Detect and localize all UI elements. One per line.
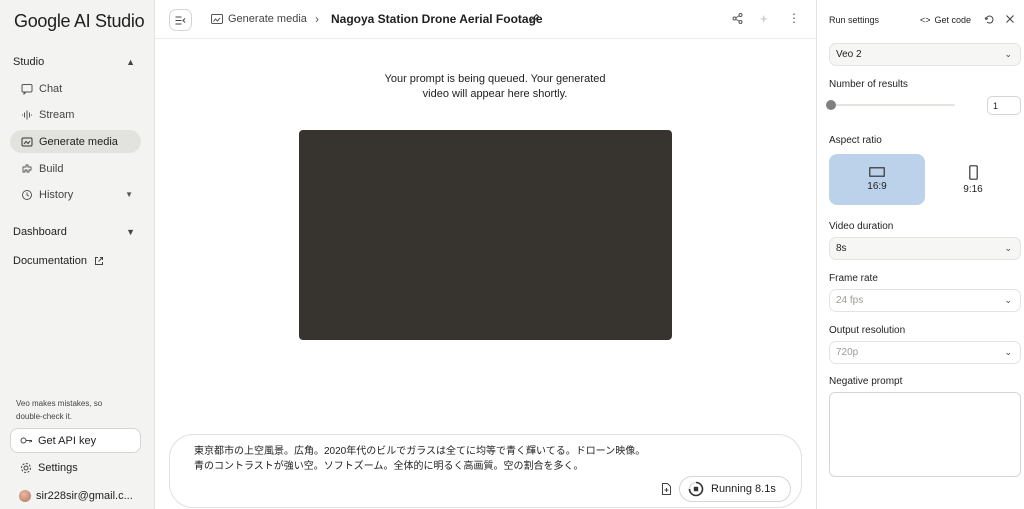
chevron-right-icon: ›	[315, 12, 319, 26]
breadcrumb[interactable]: Generate media	[211, 13, 307, 25]
aspect-ratio-label: Aspect ratio	[829, 135, 882, 146]
sidebar-item-label: Generate media	[39, 135, 118, 148]
external-link-icon	[94, 256, 104, 266]
gear-icon	[20, 462, 32, 474]
main-area: Generate media › Nagoya Station Drone Ae…	[155, 0, 816, 509]
prompt-line: 青のコントラストが強い空。ソフトズーム。全体的に明るく高画質。空の割合を多く。	[194, 461, 584, 472]
reset-icon[interactable]	[984, 14, 995, 25]
dashboard-section-header[interactable]: Dashboard ▼	[13, 226, 135, 238]
frame-rate-label: Frame rate	[829, 273, 878, 284]
panel-title: Run settings	[829, 15, 880, 25]
sidebar-item-stream[interactable]: Stream	[10, 103, 141, 126]
left-sidebar: Google AI Studio Studio ▲ Chat Stream Ge…	[0, 0, 155, 509]
frame-rate-select[interactable]: 24 fps ⌄	[829, 289, 1021, 312]
chevron-down-icon: ⌄	[1004, 295, 1012, 305]
run-button[interactable]: Running 8.1s	[679, 476, 791, 502]
negative-prompt-label: Negative prompt	[829, 376, 903, 387]
sidebar-item-label: History	[39, 188, 74, 201]
sidebar-item-build[interactable]: Build	[10, 157, 141, 180]
prompt-line: 東京都市の上空風景。広角。2020年代のビルでガラスは全てに均等で青く輝いてる。…	[194, 446, 646, 457]
chevron-down-icon: ⌄	[1004, 49, 1012, 59]
sidebar-item-label: Chat	[39, 82, 63, 95]
run-settings-panel: Run settings <> Get code Veo 2 ⌄ Number …	[816, 0, 1024, 509]
negative-prompt-input[interactable]	[829, 392, 1021, 477]
output-resolution-select[interactable]: 720p ⌄	[829, 341, 1021, 364]
landscape-icon	[869, 167, 885, 177]
app-logo[interactable]: Google AI Studio	[14, 11, 145, 32]
num-results-label: Number of results	[829, 79, 908, 90]
collapse-sidebar-button[interactable]	[169, 9, 192, 31]
slider-thumb[interactable]	[826, 100, 836, 110]
page-title: Nagoya Station Drone Aerial Footage	[331, 12, 543, 26]
chevron-down-icon: ⌄	[1004, 347, 1012, 357]
avatar	[19, 490, 31, 502]
get-code-button[interactable]: <> Get code	[920, 15, 971, 25]
key-icon	[20, 436, 33, 445]
account-menu[interactable]: sir228sir@gmail.c...	[19, 490, 133, 502]
studio-label: Studio	[13, 56, 45, 68]
run-label: Running 8.1s	[711, 483, 776, 495]
get-api-key-button[interactable]: Get API key	[10, 428, 141, 453]
documentation-label: Documentation	[13, 255, 87, 267]
share-icon[interactable]	[732, 13, 743, 24]
studio-section-header[interactable]: Studio ▲	[13, 56, 135, 68]
settings-link[interactable]: Settings	[20, 462, 78, 474]
close-icon[interactable]	[1005, 14, 1015, 24]
breadcrumb-label: Generate media	[228, 13, 307, 25]
add-file-icon[interactable]	[661, 483, 672, 495]
generate-media-icon	[20, 136, 34, 148]
aspect-9-16-option[interactable]: 9:16	[925, 154, 1021, 205]
api-key-label: Get API key	[38, 434, 97, 447]
video-duration-select[interactable]: 8s ⌄	[829, 237, 1021, 260]
get-code-label: Get code	[934, 15, 972, 25]
stream-icon	[20, 109, 34, 121]
chat-icon	[20, 83, 34, 95]
settings-label: Settings	[38, 462, 78, 474]
chevron-up-icon: ▲	[126, 57, 135, 67]
model-select[interactable]: Veo 2 ⌄	[829, 43, 1021, 66]
build-icon	[20, 163, 34, 175]
sidebar-item-label: Build	[39, 162, 64, 175]
frame-rate-value: 24 fps	[836, 295, 864, 306]
chevron-down-icon: ▼	[126, 227, 135, 237]
sidebar-item-history[interactable]: History ▼	[10, 183, 141, 206]
more-options-icon[interactable]: ⋮	[788, 11, 800, 25]
aspect-16-9-option[interactable]: 16:9	[829, 154, 925, 205]
code-icon: <>	[920, 15, 931, 25]
documentation-link[interactable]: Documentation	[13, 255, 104, 267]
video-duration-label: Video duration	[829, 221, 894, 232]
prompt-input[interactable]: 東京都市の上空風景。広角。2020年代のビルでガラスは全てに均等で青く輝いてる。…	[169, 434, 802, 508]
num-results-input[interactable]: 1	[987, 96, 1021, 115]
portrait-icon	[968, 164, 978, 180]
video-placeholder	[299, 130, 672, 340]
disclaimer-note: Veo makes mistakes, so double-check it.	[16, 399, 103, 421]
model-value: Veo 2	[836, 49, 862, 60]
sidebar-item-generate-media[interactable]: Generate media	[10, 130, 141, 153]
sidebar-item-chat[interactable]: Chat	[10, 77, 141, 100]
account-email: sir228sir@gmail.c...	[36, 490, 133, 502]
chevron-down-icon: ▼	[125, 190, 133, 199]
dashboard-label: Dashboard	[13, 226, 67, 238]
history-icon	[20, 189, 34, 201]
video-duration-value: 8s	[836, 243, 847, 254]
output-resolution-value: 720p	[836, 347, 859, 358]
collapse-sidebar-icon	[175, 16, 186, 25]
aspect-label: 9:16	[963, 183, 983, 195]
output-resolution-label: Output resolution	[829, 325, 906, 336]
top-bar: Generate media › Nagoya Station Drone Ae…	[155, 0, 816, 39]
stop-spinner-icon	[688, 481, 704, 497]
num-results-slider[interactable]	[831, 104, 955, 106]
add-icon[interactable]: +	[760, 11, 768, 26]
chevron-down-icon: ⌄	[1004, 243, 1012, 253]
prompt-text[interactable]: 東京都市の上空風景。広角。2020年代のビルでガラスは全てに均等で青く輝いてる。…	[194, 444, 645, 474]
queued-message: Your prompt is being queued. Your genera…	[384, 73, 606, 100]
aspect-label: 16:9	[867, 181, 887, 192]
generate-media-icon	[211, 13, 223, 25]
sidebar-item-label: Stream	[39, 108, 75, 121]
edit-title-icon[interactable]	[529, 13, 540, 24]
